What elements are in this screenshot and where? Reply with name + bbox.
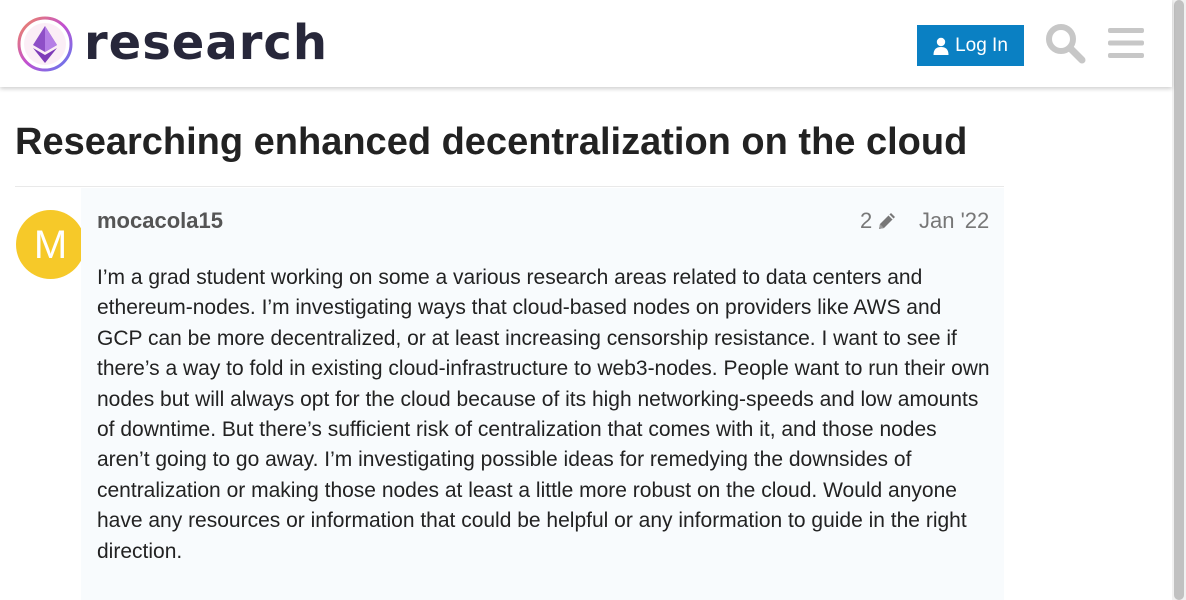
hamburger-menu-icon[interactable] — [1105, 22, 1147, 64]
log-in-label: Log In — [955, 34, 1008, 56]
avatar-letter: M — [33, 222, 68, 267]
title-divider — [15, 186, 1004, 187]
topic-title[interactable]: Researching enhanced decentralization on… — [15, 118, 967, 166]
avatar[interactable]: M — [16, 210, 85, 279]
user-icon — [933, 37, 949, 55]
edit-count: 2 — [860, 208, 873, 233]
page-scrollbar[interactable] — [1172, 0, 1186, 600]
edit-history-button[interactable]: 2 — [860, 207, 898, 235]
post-username[interactable]: mocacola15 — [97, 207, 223, 235]
scrollbar-thumb[interactable] — [1174, 0, 1184, 600]
site-name[interactable]: research — [84, 14, 328, 72]
post-body: I’m a grad student working on some a var… — [97, 266, 990, 563]
pencil-icon — [879, 213, 896, 229]
search-icon[interactable] — [1044, 22, 1086, 64]
post-date[interactable]: Jan '22 — [919, 207, 989, 235]
log-in-button[interactable]: Log In — [917, 25, 1024, 66]
site-header: research Log In — [0, 0, 1172, 87]
ethereum-logo-icon[interactable] — [16, 15, 74, 73]
